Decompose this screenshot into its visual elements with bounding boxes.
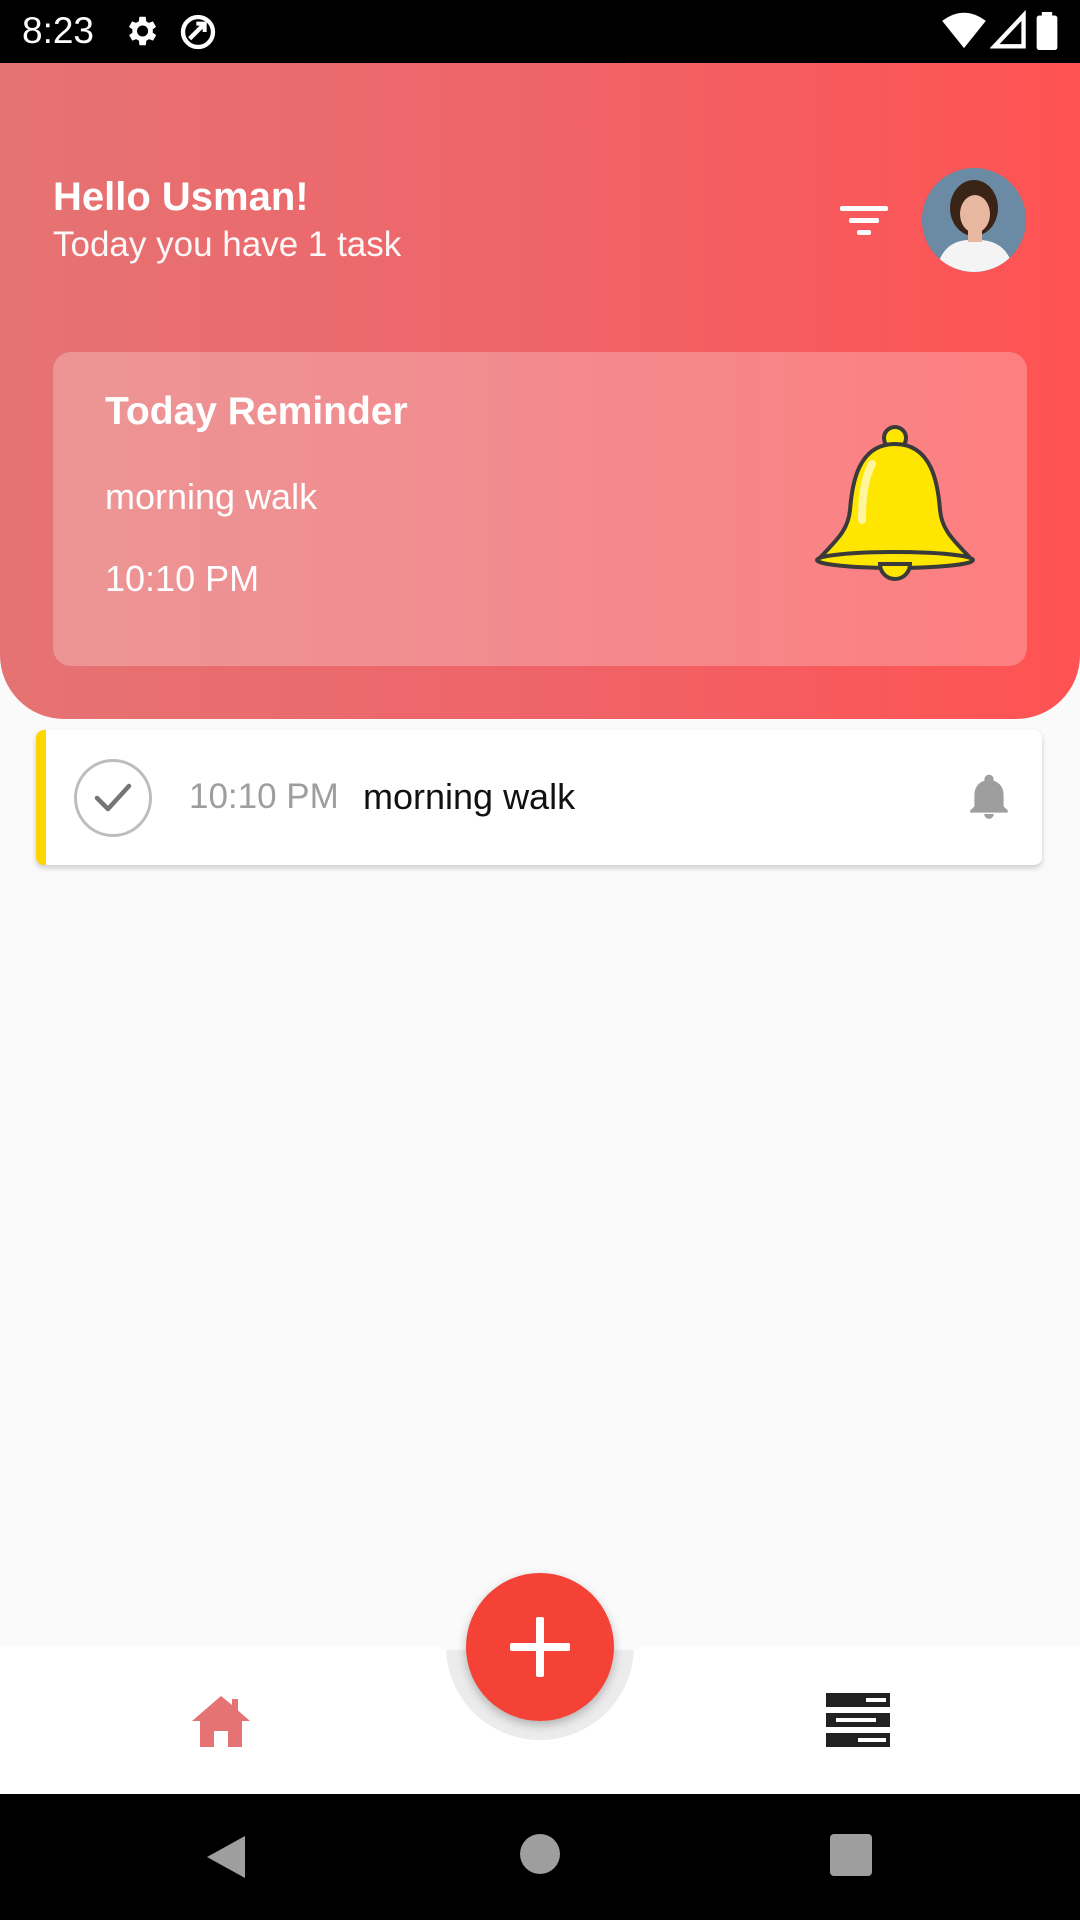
greeting: Hello Usman! Today you have 1 task: [53, 173, 401, 267]
status-time: 8:23: [22, 10, 95, 51]
reminder-card[interactable]: Today Reminder morning walk 10:10 PM: [53, 352, 1027, 666]
filter-icon[interactable]: [836, 196, 892, 244]
settings-icon: [128, 16, 157, 46]
user-avatar[interactable]: [922, 168, 1026, 272]
reminder-time: 10:10 PM: [105, 558, 260, 599]
avatar-image: [922, 168, 1026, 272]
check-icon: [94, 783, 132, 812]
task-complete-toggle[interactable]: [74, 759, 152, 837]
recents-icon[interactable]: [830, 1834, 872, 1876]
add-task-button[interactable]: [466, 1573, 614, 1721]
reminder-task: morning walk: [105, 476, 318, 517]
back-icon[interactable]: [205, 1834, 247, 1880]
task-alarm-bell-icon[interactable]: [964, 772, 1014, 824]
battery-icon: [1036, 12, 1058, 50]
app-screen: 8:23 Hello Usman! Today you have 1 task: [0, 0, 1080, 1920]
list-icon[interactable]: [826, 1693, 890, 1747]
task-time: 10:10 PM: [189, 777, 339, 816]
task-row[interactable]: 10:10 PM morning walk: [36, 730, 1042, 865]
sync-icon: [180, 14, 216, 50]
greeting-subtitle: Today you have 1 task: [53, 225, 402, 264]
plus-icon: [510, 1617, 570, 1677]
header: Hello Usman! Today you have 1 task Today…: [0, 63, 1080, 719]
status-bar: 8:23: [0, 0, 1080, 63]
home-circle-icon[interactable]: [520, 1834, 560, 1874]
wifi-icon: [942, 12, 986, 49]
reminder-title: Today Reminder: [105, 390, 408, 433]
system-navigation-bar: [0, 1794, 1080, 1920]
task-name: morning walk: [363, 776, 576, 817]
greeting-title: Hello Usman!: [53, 175, 309, 219]
home-icon[interactable]: [190, 1693, 252, 1749]
bell-icon: [815, 425, 975, 581]
signal-icon: [990, 10, 1026, 49]
